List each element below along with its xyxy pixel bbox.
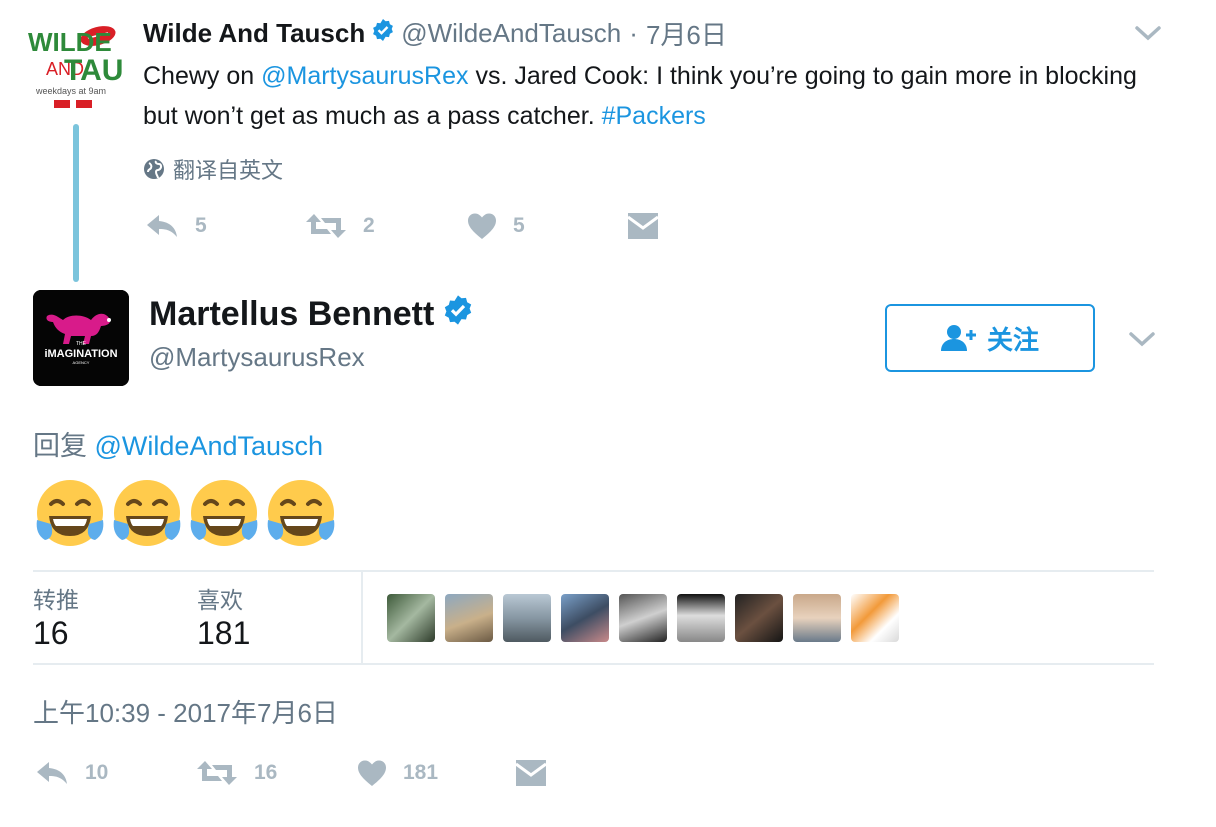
tears-of-joy-emoji-icon xyxy=(190,480,258,546)
tweet-body-emoji xyxy=(33,476,341,550)
main-author-name[interactable]: Martellus Bennett xyxy=(149,295,434,334)
reply-icon xyxy=(147,215,177,237)
liker-avatar[interactable] xyxy=(387,594,435,642)
likes-stat[interactable]: 喜欢 181 xyxy=(197,581,250,652)
main-author-name-row: Martellus Bennett xyxy=(149,294,480,335)
parent-tweet-text: Chewy on @MartysaurusRex vs. Jared Cook:… xyxy=(143,56,1173,136)
parent-action-bar: 5 2 5 xyxy=(145,212,659,240)
heart-icon xyxy=(358,760,386,786)
verified-badge-icon xyxy=(442,294,474,335)
stats-divider-bottom xyxy=(33,663,1154,665)
direct-message-button[interactable] xyxy=(515,759,547,787)
hashtag-link[interactable]: #Packers xyxy=(602,102,706,130)
tears-of-joy-emoji-icon xyxy=(113,480,181,546)
parent-author-handle[interactable]: @WildeAndTausch xyxy=(401,18,621,49)
main-author-handle[interactable]: @MartysaurusRex xyxy=(149,342,365,373)
likes-label: 喜欢 xyxy=(197,587,243,613)
liker-avatars xyxy=(387,594,909,642)
follow-button[interactable]: 关注 xyxy=(885,304,1095,372)
parent-mention-link[interactable]: @MartysaurusRex xyxy=(261,62,468,90)
direct-message-button[interactable] xyxy=(627,212,659,240)
retweet-icon xyxy=(306,214,346,238)
like-count: 181 xyxy=(403,761,439,784)
retweets-stat[interactable]: 转推 16 xyxy=(33,581,79,652)
reply-button[interactable]: 10 xyxy=(35,760,196,786)
replying-to: 回复 @WildeAndTausch xyxy=(33,424,323,463)
likes-value: 181 xyxy=(197,615,251,651)
logo-line-3: TAUSCH xyxy=(64,54,124,87)
parent-author-name[interactable]: Wilde And Tausch xyxy=(143,18,365,49)
reply-prefix: 回复 xyxy=(33,431,95,461)
liker-avatar[interactable] xyxy=(445,594,493,642)
liker-avatar[interactable] xyxy=(619,594,667,642)
stats-vertical-divider xyxy=(361,572,363,663)
envelope-icon xyxy=(515,760,547,786)
liker-avatar[interactable] xyxy=(561,594,609,642)
heart-icon xyxy=(468,213,496,239)
main-avatar[interactable]: THE iMAGINATION AGENCY xyxy=(33,290,129,386)
translate-link[interactable]: 翻译自英文 xyxy=(143,153,283,185)
parent-tweet-header: Wilde And Tausch @WildeAndTausch · 7月6日 xyxy=(143,16,727,50)
reply-to-mention-link[interactable]: @WildeAndTausch xyxy=(95,431,324,461)
like-count: 5 xyxy=(513,214,525,237)
liker-avatar[interactable] xyxy=(677,594,725,642)
retweet-icon xyxy=(197,761,237,785)
logo-imagination: iMAGINATION xyxy=(44,348,117,360)
envelope-icon xyxy=(627,213,659,239)
logo-agency: AGENCY xyxy=(73,360,90,365)
liker-avatar[interactable] xyxy=(851,594,899,642)
tweet-timestamp[interactable]: 上午10:39 - 2017年7月6日 xyxy=(33,693,338,730)
tears-of-joy-emoji-icon xyxy=(36,480,104,546)
globe-icon xyxy=(144,159,164,179)
retweet-button[interactable]: 16 xyxy=(196,759,357,787)
parent-text-part: Chewy on xyxy=(143,62,262,90)
retweets-label: 转推 xyxy=(33,587,79,613)
parent-tweet-date[interactable]: 7月6日 xyxy=(646,15,727,52)
logo-line-1: WILDE xyxy=(28,27,112,57)
parent-more-chevron-down-icon[interactable] xyxy=(1133,22,1163,44)
translate-label: 翻译自英文 xyxy=(173,158,284,183)
reply-button[interactable]: 5 xyxy=(145,213,305,239)
reply-count: 10 xyxy=(85,761,109,784)
reply-icon xyxy=(37,762,67,784)
main-more-chevron-down-icon[interactable] xyxy=(1127,328,1157,350)
add-user-icon xyxy=(940,325,976,351)
retweet-button[interactable]: 2 xyxy=(305,212,467,240)
follow-label: 关注 xyxy=(986,324,1039,355)
retweet-count: 2 xyxy=(363,214,375,237)
like-button[interactable]: 181 xyxy=(357,759,515,787)
logo-the: THE xyxy=(76,341,87,347)
imagination-agency-logo-icon: THE iMAGINATION AGENCY xyxy=(33,290,129,386)
header-separator: · xyxy=(629,17,638,48)
verified-badge-icon xyxy=(371,18,395,49)
reply-count: 5 xyxy=(195,214,207,237)
retweet-count: 16 xyxy=(254,761,278,784)
liker-avatar[interactable] xyxy=(793,594,841,642)
wilde-tausch-logo-icon: WILDE AND TAUSCH weekdays at 9am xyxy=(26,18,124,116)
tears-of-joy-emoji-icon xyxy=(267,480,335,546)
like-button[interactable]: 5 xyxy=(467,212,627,240)
thread-connector-line xyxy=(73,124,79,282)
liker-avatar[interactable] xyxy=(735,594,783,642)
retweets-value: 16 xyxy=(33,615,69,651)
liker-avatar[interactable] xyxy=(503,594,551,642)
main-action-bar: 10 16 181 xyxy=(35,759,547,787)
logo-line-4: weekdays at 9am xyxy=(35,86,106,96)
stats-divider-top xyxy=(33,570,1154,572)
parent-avatar[interactable]: WILDE AND TAUSCH weekdays at 9am xyxy=(26,18,124,116)
